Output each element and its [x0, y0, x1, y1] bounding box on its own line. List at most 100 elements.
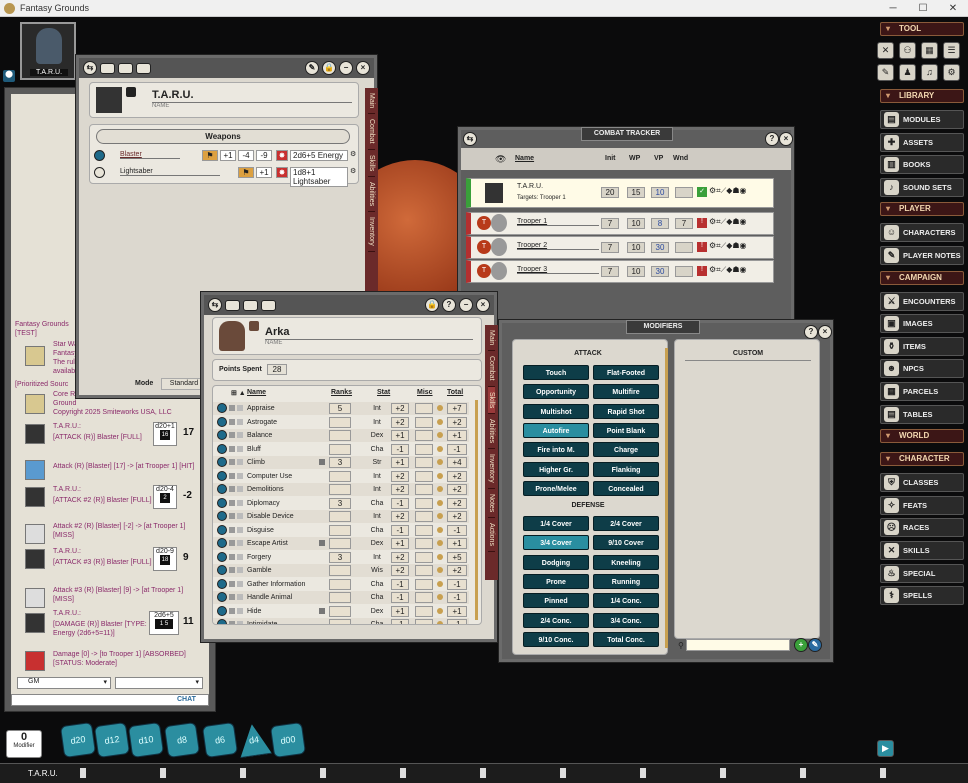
class-skill-checkbox[interactable] [229, 405, 235, 411]
skill-row[interactable]: Balance Dex +1 +1 [213, 429, 469, 442]
sidebar-item-assets[interactable]: ✚ ASSETS [880, 132, 964, 152]
minimize-button[interactable]: ─ [878, 0, 908, 17]
notes-icon[interactable] [136, 62, 151, 74]
character-portrait[interactable]: T.A.R.U. [20, 22, 76, 80]
skill-checkbox[interactable] [237, 621, 243, 624]
class-skill-checkbox[interactable] [229, 459, 235, 465]
tab-inventory[interactable]: Inventory [368, 212, 375, 252]
tool-target-icon[interactable]: ✕ [877, 42, 894, 59]
skill-misc[interactable] [415, 497, 433, 509]
skill-ranks[interactable] [329, 511, 351, 522]
skill-roll-icon[interactable] [217, 403, 227, 413]
tab-notes[interactable]: Notes [488, 489, 495, 519]
token-icon[interactable] [249, 321, 259, 331]
attack-roll-icon[interactable] [94, 150, 105, 161]
skill-checkbox[interactable] [237, 445, 243, 452]
skill-ranks[interactable]: 3 [329, 457, 351, 468]
skill-roll-icon[interactable] [217, 416, 227, 427]
modifier-2-4-cover-button[interactable]: 2/4 Cover [593, 516, 659, 531]
ct-row[interactable]: T Trooper 3 7 10 30 ! ⚙⌗⟋◆☗◉ [466, 260, 774, 283]
language-select[interactable]: ▾ [115, 677, 203, 689]
modifier-flat-footed-button[interactable]: Flat-Footed [593, 365, 659, 380]
tool-section-header[interactable]: TOOL [880, 22, 964, 36]
skill-misc[interactable] [415, 457, 433, 468]
modifier-dodging-button[interactable]: Dodging [523, 554, 589, 570]
skill-ranks[interactable]: 3 [329, 497, 351, 509]
skill-misc[interactable] [415, 484, 433, 495]
ct-row[interactable]: T.A.R.U. Targets: Trooper 1 20 15 10 ✓ ⚙… [466, 178, 774, 208]
skill-row[interactable]: Demolitions Int +2 +2 [213, 483, 469, 496]
combatant-token[interactable] [491, 214, 507, 232]
modifier-3-4-cover-button[interactable]: 3/4 Cover [523, 535, 589, 551]
class-skill-checkbox[interactable] [229, 513, 235, 519]
weapon-row[interactable]: Lightsaber ⚑ +1 ✸ 1d8+1 Lightsaber ⚙ [94, 167, 356, 187]
token-icon[interactable] [126, 87, 136, 97]
skill-ranks[interactable] [329, 524, 351, 536]
modifier-opportunity-button[interactable]: Opportunity [523, 384, 589, 400]
combatant-wp[interactable]: 10 [627, 242, 645, 253]
skill-misc[interactable] [415, 538, 433, 549]
modifier-concealed-button[interactable]: Concealed [593, 480, 659, 496]
skill-checkbox[interactable] [237, 540, 243, 546]
minimize-icon[interactable]: − [339, 61, 353, 75]
modifier-touch-button[interactable]: Touch [523, 365, 589, 380]
skill-roll-icon[interactable] [217, 443, 227, 454]
d8-die-icon[interactable]: d8 [163, 721, 201, 759]
tab-combat[interactable]: Combat [368, 114, 375, 150]
skill-row[interactable]: Gamble Wis +2 +2 [213, 564, 469, 577]
ct-row-action-icons[interactable]: ⚙⌗⟋◆☗◉ [709, 217, 747, 227]
tab-skills[interactable]: Skills [488, 386, 495, 415]
skill-misc[interactable] [415, 605, 433, 617]
skill-roll-icon[interactable] [217, 430, 227, 440]
edit-icon[interactable]: ✎ [305, 61, 319, 75]
sidebar-item-feats[interactable]: ✧ FEATS [880, 495, 964, 515]
sidebar-item-spells[interactable]: ⚕ SPELLS [880, 586, 964, 606]
maximize-button[interactable]: ☐ [908, 0, 938, 17]
skill-checkbox[interactable] [237, 486, 243, 492]
skill-roll-icon[interactable] [217, 538, 227, 548]
sidebar-item-images[interactable]: ▣ IMAGES [880, 314, 964, 334]
share-icon[interactable]: ⇆ [83, 61, 97, 75]
skill-ranks[interactable]: 5 [329, 403, 351, 414]
tool-music-icon[interactable]: ♫ [921, 64, 938, 81]
modifier-multifire-button[interactable]: Multifire [593, 384, 659, 400]
ct-row-action-icons[interactable]: ⚙⌗⟋◆☗◉ [709, 186, 747, 196]
skill-ranks[interactable] [329, 538, 351, 549]
modifier-prone-melee-button[interactable]: Prone/Melee [523, 480, 589, 496]
skill-checkbox[interactable] [237, 405, 243, 411]
class-skill-checkbox[interactable] [229, 621, 235, 624]
combatant-name[interactable]: Trooper 2 [517, 242, 599, 250]
class-skill-checkbox[interactable] [229, 540, 235, 546]
class-skill-checkbox[interactable] [229, 445, 235, 452]
combatant-init[interactable]: 7 [601, 242, 619, 253]
weapon-name[interactable]: Blaster [120, 151, 180, 159]
skill-roll-icon[interactable] [217, 511, 227, 521]
skill-checkbox[interactable] [237, 580, 243, 587]
scrollbar[interactable] [475, 400, 478, 620]
class-skill-checkbox[interactable] [229, 418, 235, 425]
skill-row[interactable]: Hide Dex +1 +1 [213, 605, 469, 618]
class-skill-checkbox[interactable] [229, 432, 235, 438]
skill-misc[interactable] [415, 416, 433, 428]
skill-row[interactable]: Forgery 3 Int +2 +5 [213, 551, 469, 564]
tab-abilities[interactable]: Abilities [488, 414, 495, 450]
tab-main[interactable]: Main [368, 88, 375, 115]
lock-icon[interactable]: 🔒 [322, 61, 336, 75]
d12-die-icon[interactable]: d12 [93, 721, 131, 759]
sidebar-item-tables[interactable]: ▤ TABLES [880, 404, 964, 424]
combatant-token[interactable] [485, 183, 503, 203]
help-icon[interactable]: ? [804, 325, 818, 339]
combatant-token[interactable] [491, 238, 507, 256]
gear-icon[interactable]: ⚙ [350, 150, 356, 158]
combatant-token[interactable] [491, 262, 507, 280]
skill-roll-icon[interactable] [217, 592, 227, 602]
sidebar-section-library[interactable]: LIBRARY [880, 89, 964, 103]
skill-roll-icon[interactable] [217, 619, 227, 624]
class-skill-checkbox[interactable] [229, 580, 235, 587]
close-icon[interactable]: × [476, 298, 490, 312]
notes-icon[interactable] [261, 299, 276, 311]
skill-misc[interactable] [415, 403, 433, 414]
combatant-wp[interactable]: 10 [627, 266, 645, 277]
sidebar-section-character[interactable]: CHARACTER [880, 452, 964, 467]
help-icon[interactable]: ? [765, 132, 779, 146]
